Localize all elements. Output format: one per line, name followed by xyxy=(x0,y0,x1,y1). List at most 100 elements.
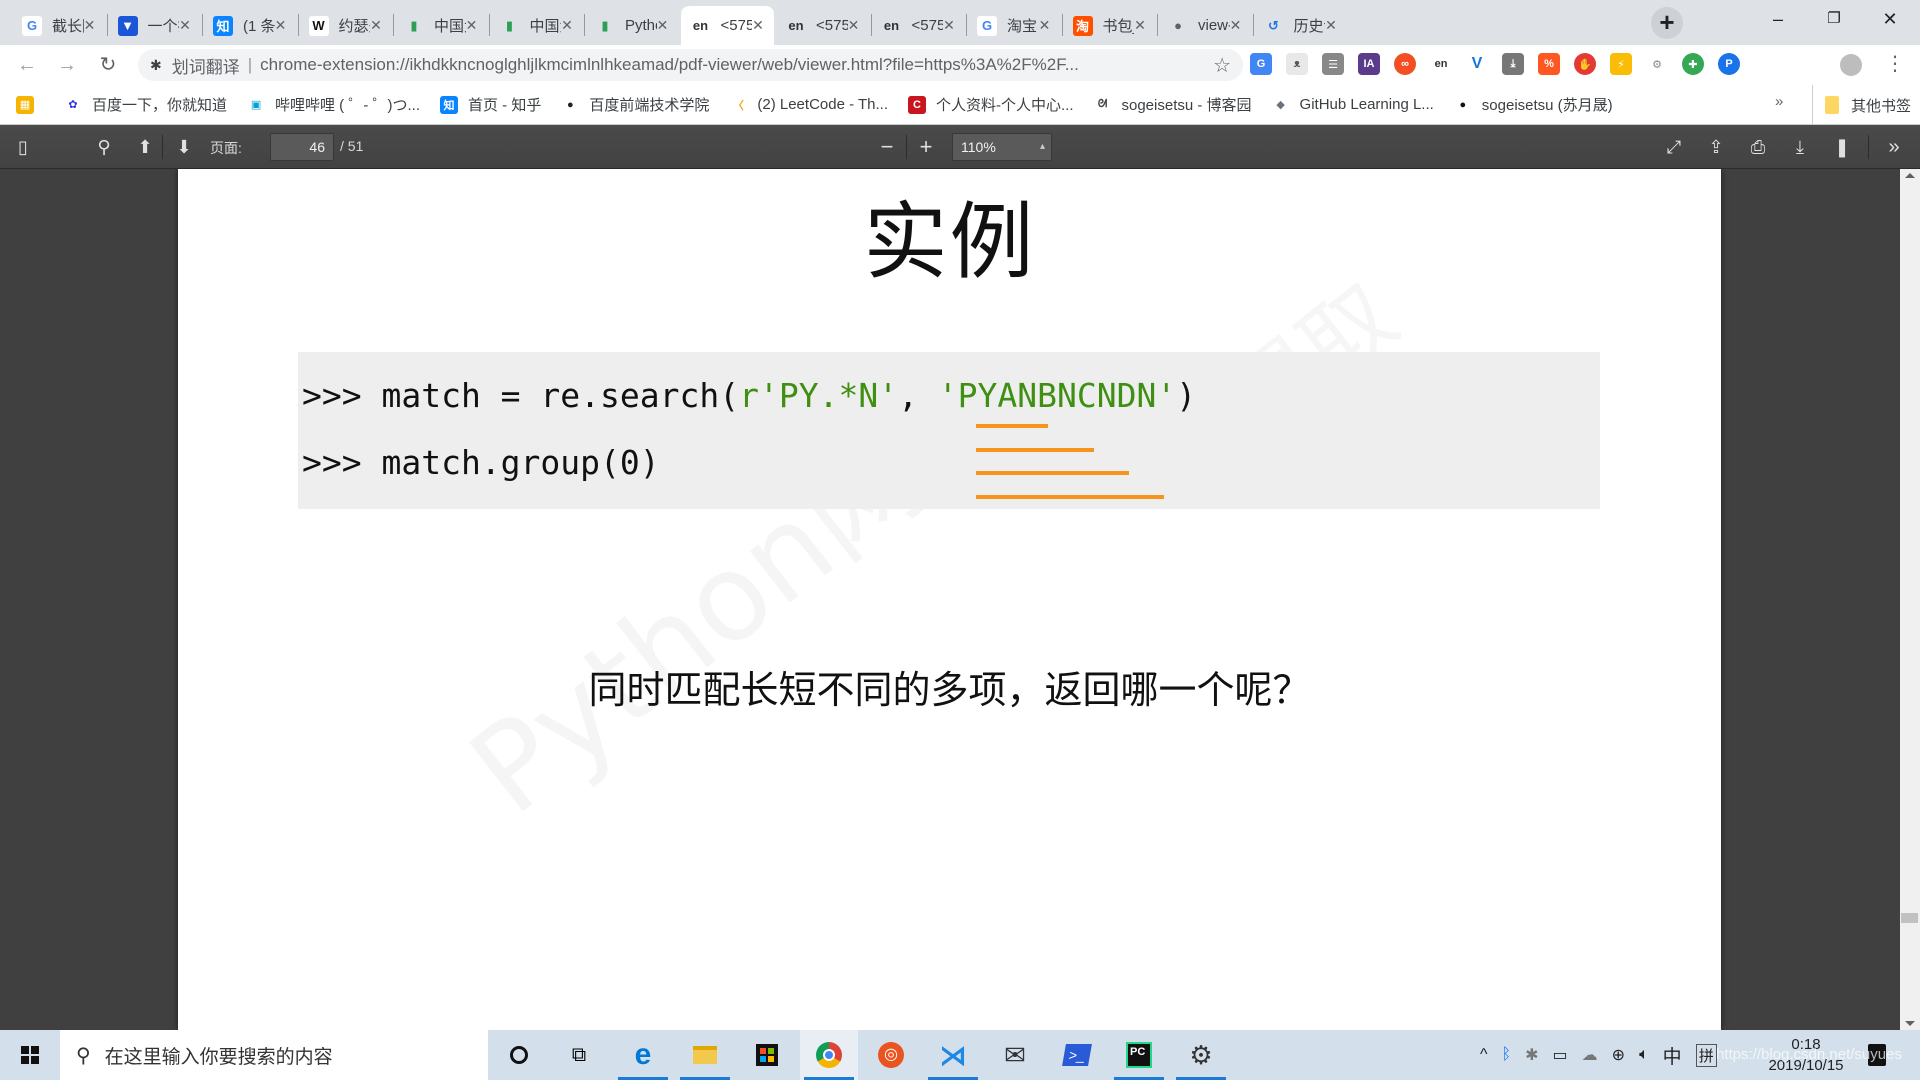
browser-tab[interactable]: ▮ 中国大✕ xyxy=(394,6,488,45)
back-button[interactable]: ← xyxy=(13,51,41,79)
adblock-icon[interactable]: ✋ xyxy=(1574,53,1596,75)
tab-close-icon[interactable]: ✕ xyxy=(1039,17,1051,34)
browser-tab[interactable]: G 淘宝 ✕ xyxy=(967,6,1061,45)
download-icon[interactable]: ⤓ xyxy=(1502,53,1524,75)
tools-menu-icon[interactable]: » xyxy=(1880,133,1908,161)
pycharm-icon[interactable]: PC xyxy=(1110,1030,1168,1080)
browser-tab[interactable]: en <575 ✕ xyxy=(680,6,774,45)
tab-close-icon[interactable]: ✕ xyxy=(848,17,860,34)
bookmark-star-icon[interactable]: ☆ xyxy=(1213,53,1231,78)
reload-button[interactable]: ↻ xyxy=(94,51,122,79)
store-icon[interactable] xyxy=(738,1030,796,1080)
tab-close-icon[interactable]: ✕ xyxy=(179,17,191,34)
open-file-icon[interactable]: ⇪ xyxy=(1702,133,1730,161)
bookmark-item[interactable]: ● 百度前端技术学院 xyxy=(561,94,709,115)
vertical-scrollbar[interactable] xyxy=(1900,169,1920,1030)
address-bar[interactable]: ✱ 划词翻译 | chrome-extension://ikhdkkncnogl… xyxy=(138,49,1243,81)
tab-close-icon[interactable]: ✕ xyxy=(943,17,955,34)
tab-close-icon[interactable]: ✕ xyxy=(657,17,669,34)
close-window-button[interactable]: ✕ xyxy=(1862,0,1918,40)
browser-tab[interactable]: 知 (1 条 ✕ xyxy=(203,6,297,45)
find-icon[interactable]: ⚲ xyxy=(90,133,118,161)
reader-icon[interactable]: ☰ xyxy=(1322,53,1344,75)
browser-tab[interactable]: 淘书包_✕ xyxy=(1063,6,1157,45)
zoom-in-icon[interactable]: + xyxy=(912,133,940,161)
code-icon[interactable]: % xyxy=(1538,53,1560,75)
browser-tab[interactable]: ↺ 历史记✕ xyxy=(1254,6,1348,45)
previous-page-icon[interactable]: ⬆ xyxy=(131,133,159,161)
bookmark-item[interactable]: ● sogeisetsu (苏月晟) xyxy=(1454,94,1612,115)
powershell-icon[interactable]: >_ xyxy=(1048,1030,1106,1080)
vscode-icon[interactable]: ⋊ xyxy=(924,1030,982,1080)
bookmark-item[interactable]: ✿ 百度一下，你就知道 xyxy=(64,94,227,115)
tab-close-icon[interactable]: ✕ xyxy=(1134,17,1146,34)
cat-extension-icon[interactable]: ᴥ xyxy=(1286,53,1308,75)
lightning-icon[interactable]: ⚡ xyxy=(1610,53,1632,75)
bookmark-item[interactable]: ◆ GitHub Learning L... xyxy=(1272,96,1433,114)
ime-mode[interactable]: 中 xyxy=(1663,1042,1682,1069)
sidebar-toggle-icon[interactable]: ▯ xyxy=(9,133,37,161)
new-tab-button[interactable]: + xyxy=(1651,7,1683,39)
browser-tab[interactable]: en <575 ✕ xyxy=(872,6,966,45)
chrome-menu-icon[interactable]: ⋮ xyxy=(1885,51,1905,77)
bookmark-icon[interactable]: ❚ xyxy=(1828,133,1856,161)
edge-icon[interactable]: e xyxy=(614,1030,672,1080)
tab-close-icon[interactable]: ✕ xyxy=(1230,17,1242,34)
zoom-out-icon[interactable]: − xyxy=(873,133,901,161)
vimium-icon[interactable]: V xyxy=(1466,53,1488,75)
browser-tab[interactable]: ▮ Pytho✕ xyxy=(585,6,679,45)
bluetooth-icon[interactable]: ᛒ xyxy=(1502,1046,1512,1064)
print-icon[interactable]: ⎙ xyxy=(1744,133,1772,161)
bookmark-item[interactable]: C 个人资料-个人中心... xyxy=(908,94,1074,115)
maximize-button[interactable]: ❐ xyxy=(1806,0,1862,40)
show-hidden-icons-icon[interactable]: ^ xyxy=(1480,1046,1488,1064)
file-explorer-icon[interactable] xyxy=(676,1030,734,1080)
tab-close-icon[interactable]: ✕ xyxy=(752,17,764,34)
download-icon[interactable]: ⤓ xyxy=(1786,133,1814,161)
bookmark-item[interactable]: 〈 (2) LeetCode - Th... xyxy=(729,96,888,114)
taskbar-search[interactable]: ⚲ 在这里输入你要搜索的内容 xyxy=(60,1030,488,1080)
bookmark-item[interactable]: ▦ xyxy=(16,95,44,114)
tab-close-icon[interactable]: ✕ xyxy=(84,17,96,34)
bookmarks-overflow-button[interactable]: » xyxy=(1775,93,1783,110)
tab-close-icon[interactable]: ✕ xyxy=(466,17,478,34)
onedrive-icon[interactable]: ☁ xyxy=(1582,1045,1598,1065)
browser-tab[interactable]: G 截长图✕ xyxy=(12,6,106,45)
gears-icon[interactable]: ⚙ xyxy=(1646,53,1668,75)
scroll-down-icon[interactable] xyxy=(1905,1021,1915,1026)
zoom-select[interactable]: 110% ▴▾ xyxy=(952,133,1052,178)
ia-icon[interactable]: IA xyxy=(1358,53,1380,75)
url-text[interactable]: chrome-extension://ikhdkkncnoglghljlkmci… xyxy=(260,55,1079,75)
mail-icon[interactable]: ✉ xyxy=(986,1030,1044,1080)
next-page-icon[interactable]: ⬇ xyxy=(170,133,198,161)
notification-app-icon[interactable]: ✱ xyxy=(1525,1045,1538,1065)
task-view-icon[interactable]: ⧉ xyxy=(550,1030,608,1080)
bookmark-item[interactable]: 知首页 - 知乎 xyxy=(440,94,541,115)
tab-close-icon[interactable]: ✕ xyxy=(275,17,287,34)
cortana-icon[interactable] xyxy=(490,1030,548,1080)
network-icon[interactable]: ⊕ xyxy=(1612,1045,1625,1065)
volume-icon[interactable]: 🔈︎ xyxy=(1639,1046,1649,1064)
chrome-icon[interactable] xyxy=(800,1030,858,1080)
ime-layout[interactable]: 拼 xyxy=(1695,1043,1717,1067)
page-number-input[interactable]: 46 xyxy=(270,133,334,161)
battery-icon[interactable]: ▭ xyxy=(1553,1045,1568,1065)
tab-close-icon[interactable]: ✕ xyxy=(1325,17,1337,34)
settings-icon[interactable]: ⚙ xyxy=(1172,1030,1230,1080)
scroll-up-icon[interactable] xyxy=(1905,173,1915,178)
browser-tab[interactable]: en <575 ✕ xyxy=(776,6,870,45)
other-bookmarks[interactable]: 其他书签 xyxy=(1812,85,1911,125)
bookmark-item[interactable]: ▣ 哔哩哔哩 ( ゜- ゜)つ... xyxy=(247,94,420,115)
infinity-icon[interactable]: ∞ xyxy=(1394,53,1416,75)
translate-en-icon[interactable]: en xyxy=(1430,53,1452,75)
browser-tab[interactable]: ▼ 一个操✕ xyxy=(108,6,202,45)
bookmark-item[interactable]: ᘛ sogeisetsu - 博客园 xyxy=(1094,94,1252,115)
scrollbar-thumb[interactable] xyxy=(1901,913,1918,923)
tab-close-icon[interactable]: ✕ xyxy=(561,17,573,34)
presentation-mode-icon[interactable]: ⤢ xyxy=(1660,133,1688,161)
forward-button[interactable]: → xyxy=(53,51,81,79)
browser-tab[interactable]: ● view-✕ xyxy=(1158,6,1252,45)
start-button[interactable] xyxy=(0,1030,60,1080)
browser-tab[interactable]: W 约瑟夫✕ xyxy=(299,6,393,45)
puzzle-icon[interactable]: ✚ xyxy=(1682,53,1704,75)
